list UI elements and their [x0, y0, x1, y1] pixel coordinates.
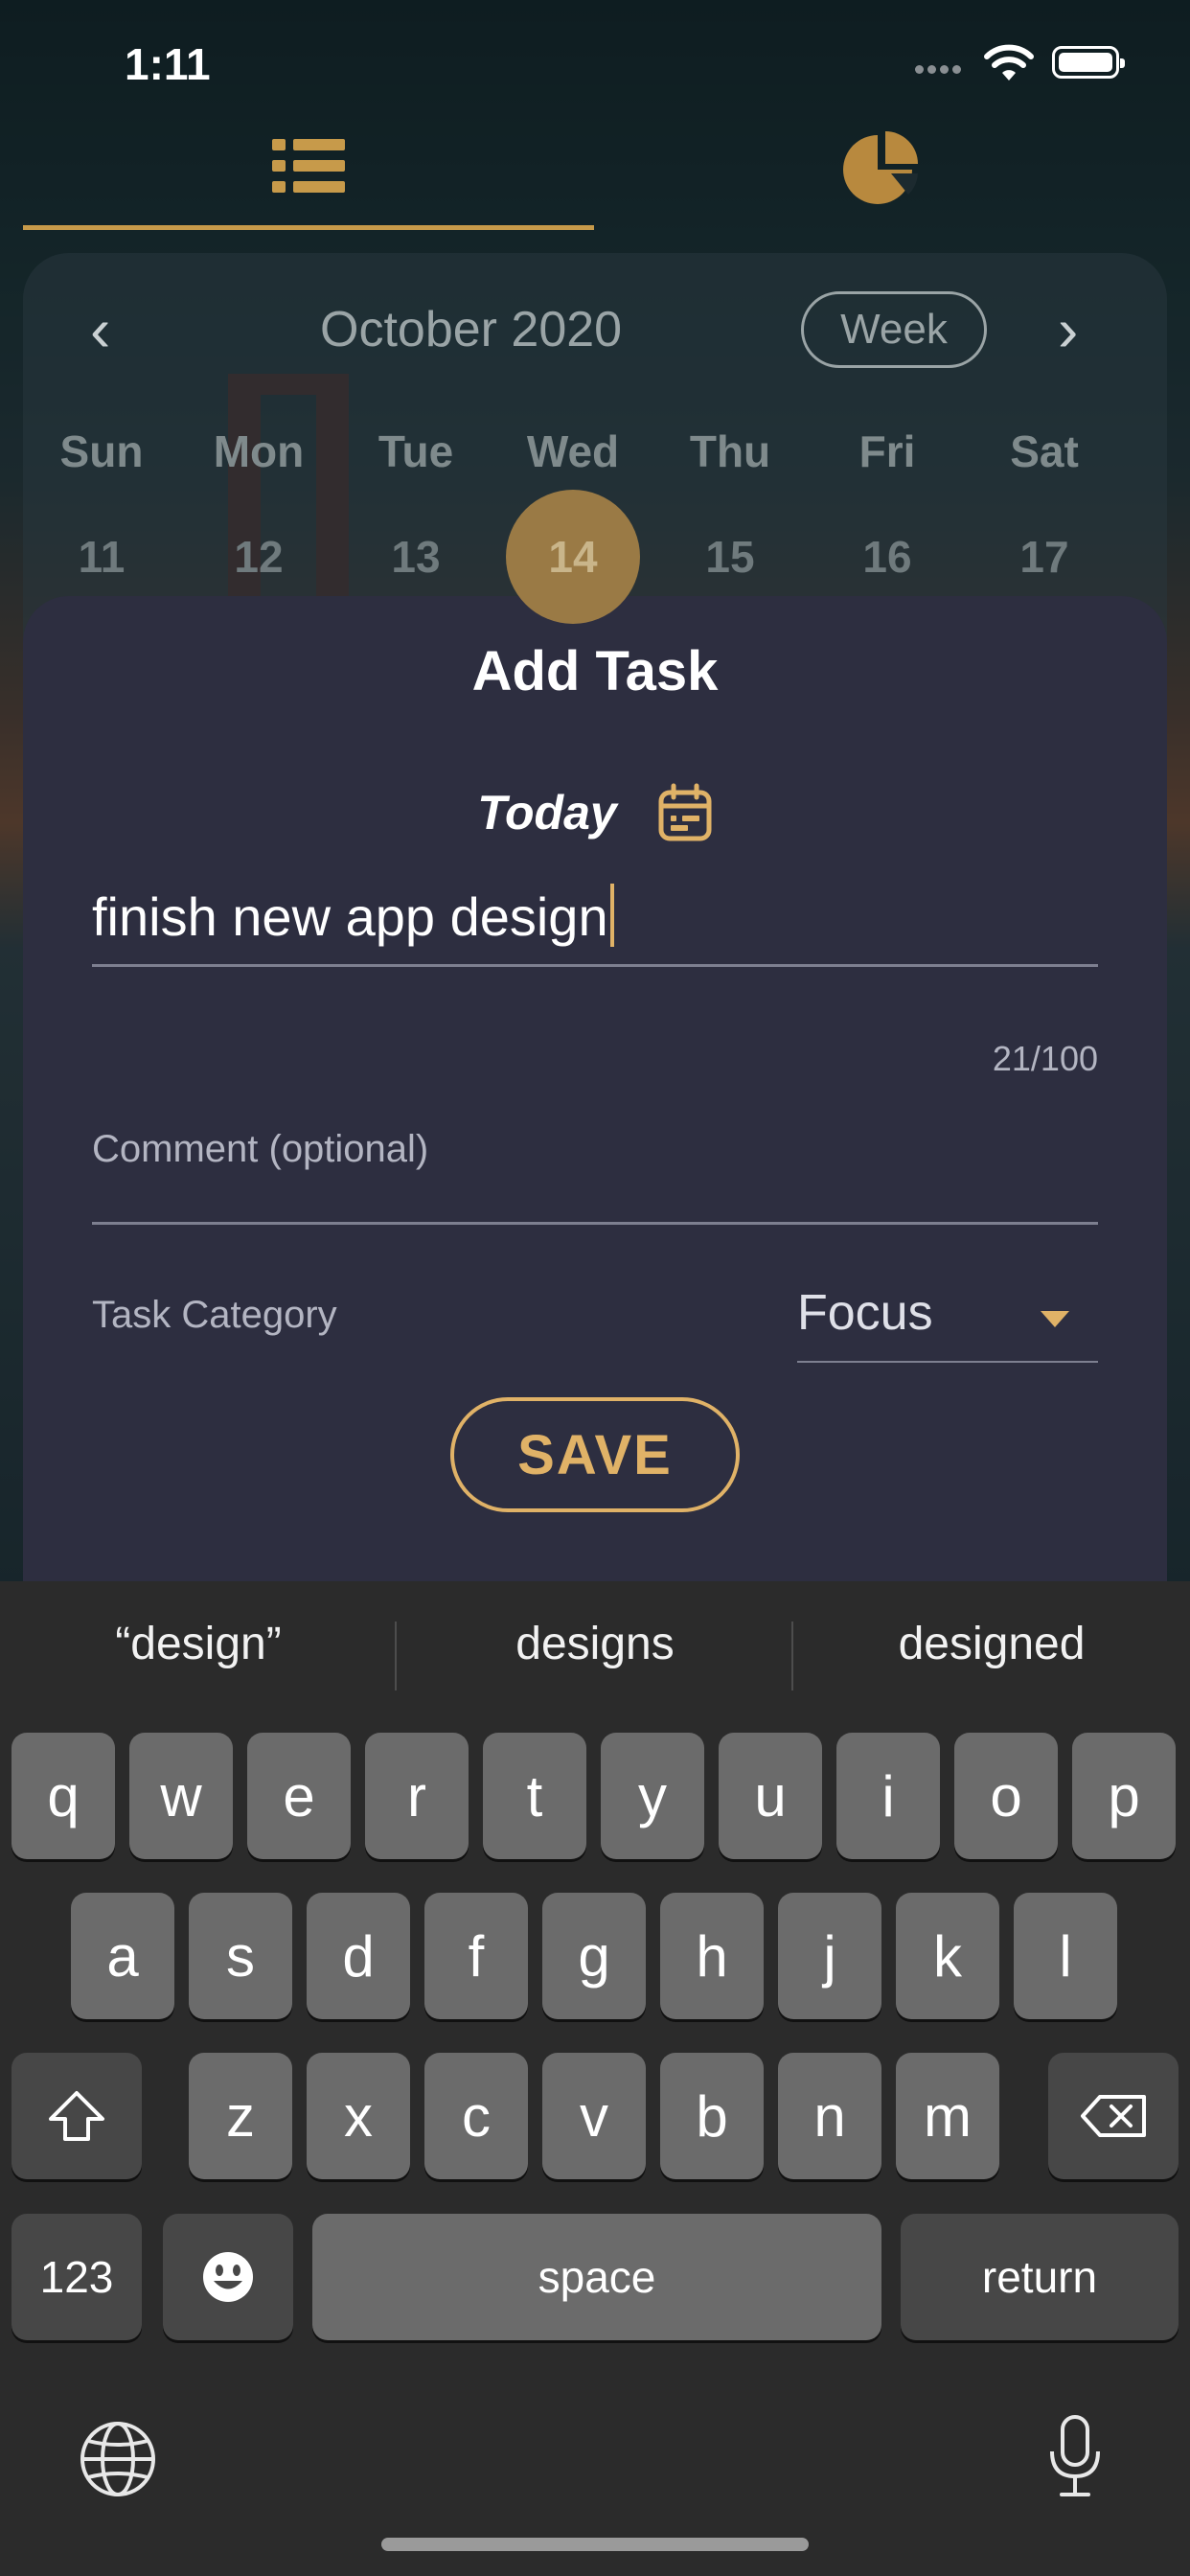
day-row: 11 12 13 14 15 16 17: [23, 490, 1167, 624]
key-x[interactable]: x: [307, 2053, 410, 2179]
weekday-label: Mon: [213, 426, 305, 476]
tab-list[interactable]: [23, 105, 594, 230]
calendar-day[interactable]: 15: [652, 531, 809, 583]
key-v[interactable]: v: [542, 2053, 646, 2179]
key-l[interactable]: l: [1014, 1893, 1117, 2019]
calendar-day[interactable]: 17: [966, 531, 1123, 583]
numbers-key[interactable]: 123: [11, 2214, 142, 2340]
key-u[interactable]: u: [719, 1733, 822, 1859]
date-picker-row[interactable]: Today: [23, 783, 1167, 842]
calendar-day[interactable]: 16: [809, 531, 966, 583]
tab-stats[interactable]: [596, 105, 1167, 230]
return-key[interactable]: return: [901, 2214, 1179, 2340]
signal-dots-icon: [915, 61, 965, 79]
weekday-label: Fri: [858, 426, 916, 476]
key-o[interactable]: o: [954, 1733, 1058, 1859]
calendar-header: ‹ October 2020 Week ›: [23, 291, 1167, 368]
list-icon: [272, 138, 345, 193]
key-q[interactable]: q: [11, 1733, 115, 1859]
key-d[interactable]: d: [307, 1893, 410, 2019]
status-time: 1:11: [125, 39, 211, 89]
key-p[interactable]: p: [1072, 1733, 1176, 1859]
key-f[interactable]: f: [424, 1893, 528, 2019]
key-s[interactable]: s: [189, 1893, 292, 2019]
task-category-label: Task Category: [92, 1294, 337, 1336]
wifi-icon: [984, 44, 1034, 80]
weekday-label: Sat: [1010, 426, 1079, 476]
battery-icon: [1052, 46, 1125, 79]
key-w[interactable]: w: [129, 1733, 233, 1859]
key-e[interactable]: e: [247, 1733, 351, 1859]
next-week-button[interactable]: ›: [1058, 299, 1078, 360]
prev-week-button[interactable]: ‹: [90, 299, 110, 360]
shift-key[interactable]: [11, 2053, 142, 2179]
comment-input[interactable]: Comment (optional): [92, 1128, 1098, 1225]
suggestion-item[interactable]: designs: [397, 1618, 793, 1670]
microphone-icon[interactable]: [1046, 2413, 1104, 2499]
shift-icon: [49, 2091, 104, 2141]
date-label[interactable]: Today: [477, 785, 616, 840]
key-i[interactable]: i: [836, 1733, 940, 1859]
key-j[interactable]: j: [778, 1893, 881, 2019]
key-m[interactable]: m: [896, 2053, 999, 2179]
calendar-icon[interactable]: [657, 783, 713, 842]
key-t[interactable]: t: [483, 1733, 586, 1859]
key-h[interactable]: h: [660, 1893, 764, 2019]
calendar-day[interactable]: 12: [180, 531, 337, 583]
backspace-key[interactable]: [1048, 2053, 1179, 2179]
task-category-value: Focus: [797, 1285, 933, 1341]
text-caret: [609, 884, 614, 947]
space-key[interactable]: space: [312, 2214, 881, 2340]
key-y[interactable]: y: [601, 1733, 704, 1859]
calendar-day-selected[interactable]: 14: [494, 490, 652, 624]
key-g[interactable]: g: [542, 1893, 646, 2019]
comment-placeholder: Comment (optional): [92, 1128, 429, 1170]
add-task-sheet: Add Task Today finish new app design 21/…: [23, 596, 1167, 1583]
sheet-title: Add Task: [471, 640, 719, 702]
key-z[interactable]: z: [189, 2053, 292, 2179]
calendar-day[interactable]: 11: [23, 531, 180, 583]
emoji-key[interactable]: [163, 2214, 293, 2340]
emoji-icon: [203, 2252, 253, 2302]
suggestion-item[interactable]: “design”: [0, 1618, 397, 1670]
suggestion-bar: “design” designs designed: [0, 1581, 1190, 1733]
key-a[interactable]: a: [71, 1893, 174, 2019]
pie-chart-icon: [843, 131, 918, 204]
task-name-input[interactable]: finish new app design: [92, 884, 1098, 967]
weekday-label: Thu: [689, 426, 771, 476]
save-button[interactable]: SAVE: [450, 1397, 740, 1512]
calendar-month-title: October 2020: [320, 302, 623, 357]
globe-icon[interactable]: [79, 2420, 157, 2498]
weekday-label: Wed: [526, 426, 620, 476]
key-r[interactable]: r: [365, 1733, 469, 1859]
character-counter: 21/100: [992, 1039, 1098, 1078]
keyboard: “design” designs designed q w e r t y u …: [0, 1581, 1190, 2576]
home-indicator[interactable]: [381, 2538, 809, 2551]
calendar-day[interactable]: 13: [337, 531, 494, 583]
key-k[interactable]: k: [896, 1893, 999, 2019]
weekday-row: Sun Mon Tue Wed Thu Fri Sat: [23, 426, 1167, 477]
weekday-label: Tue: [378, 426, 454, 476]
week-view-toggle[interactable]: Week: [801, 291, 987, 368]
suggestion-item[interactable]: designed: [793, 1618, 1190, 1670]
backspace-icon: [1081, 2095, 1146, 2137]
key-n[interactable]: n: [778, 2053, 881, 2179]
key-c[interactable]: c: [424, 2053, 528, 2179]
task-category-dropdown[interactable]: Focus: [797, 1284, 1098, 1363]
key-b[interactable]: b: [660, 2053, 764, 2179]
weekday-label: Sun: [59, 426, 144, 476]
top-tabs: [0, 105, 1190, 230]
task-name-value: finish new app design: [92, 886, 608, 947]
dropdown-arrow-icon: [1041, 1311, 1069, 1327]
